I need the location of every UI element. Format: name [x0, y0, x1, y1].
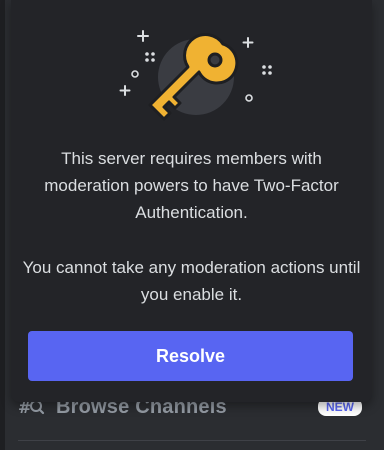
sidebar-divider [18, 440, 366, 441]
two-factor-required-popup: This server requires members with modera… [11, 0, 372, 402]
two-factor-requirement-text: This server requires members with modera… [44, 149, 339, 222]
server-rail-edge [0, 0, 5, 450]
key-icon [119, 30, 272, 121]
moderation-locked-text: You cannot take any moderation actions u… [22, 258, 361, 304]
app-frame: # Browse Channels NEW This server requir… [0, 0, 384, 450]
resolve-button[interactable]: Resolve [28, 331, 353, 381]
